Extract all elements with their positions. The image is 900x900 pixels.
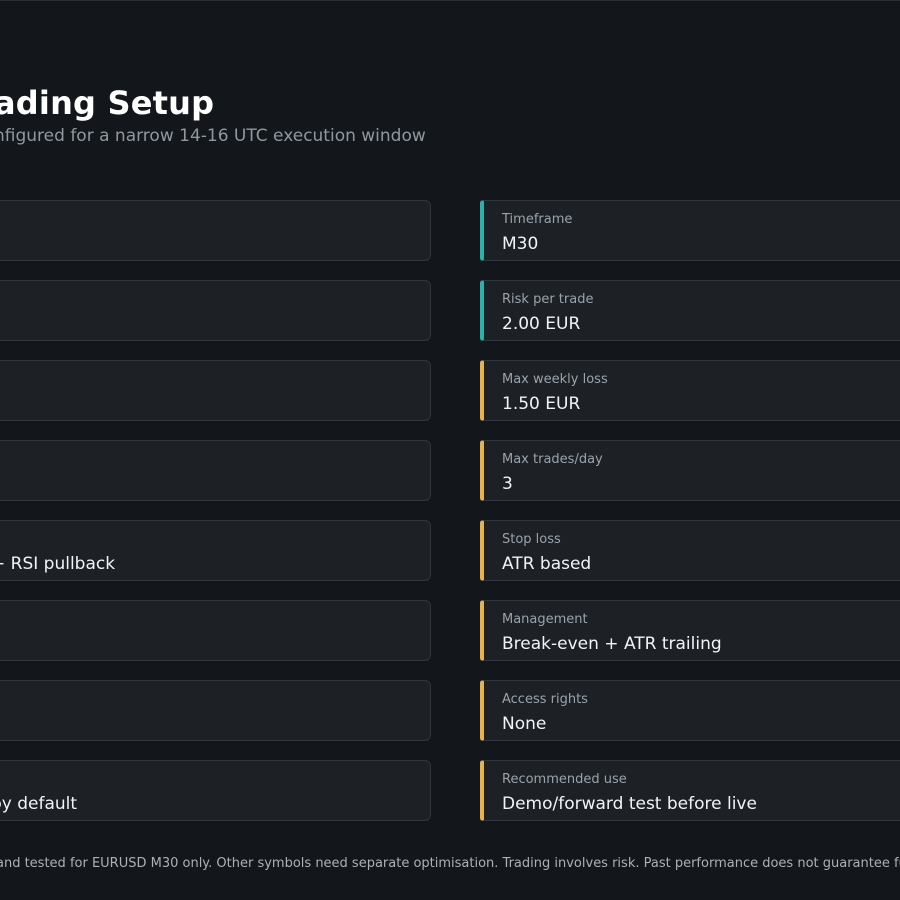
max-trades-per-day-value: 3 <box>502 474 513 494</box>
stop-loss-label: Stop loss <box>502 532 561 547</box>
max-trades-per-day-label: Max trades/day <box>502 452 603 467</box>
stop-loss-card: Stop loss ATR based <box>480 520 900 581</box>
settings-card-value: + RSI pullback <box>0 554 116 574</box>
recommended-use-card: Recommended use Demo/forward test before… <box>480 760 900 821</box>
risk-per-trade-card: Risk per trade 2.00 EUR <box>480 280 900 341</box>
max-weekly-loss-card: Max weekly loss 1.50 EUR <box>480 360 900 421</box>
settings-card-left-2 <box>0 280 431 341</box>
settings-card-left-1 <box>0 200 431 261</box>
settings-card-left-8: by default <box>0 760 431 821</box>
max-weekly-loss-label: Max weekly loss <box>502 372 608 387</box>
recommended-use-value: Demo/forward test before live <box>502 794 757 814</box>
setup-page: ading Setup nfigured for a narrow 14-16 … <box>0 0 900 900</box>
timeframe-card: Timeframe M30 <box>480 200 900 261</box>
timeframe-label: Timeframe <box>502 212 573 227</box>
settings-card-left-7 <box>0 680 431 741</box>
top-divider <box>0 0 900 1</box>
management-card: Management Break-even + ATR trailing <box>480 600 900 661</box>
access-rights-label: Access rights <box>502 692 588 707</box>
management-value: Break-even + ATR trailing <box>502 634 722 654</box>
settings-card-left-6 <box>0 600 431 661</box>
page-title: ading Setup <box>0 84 215 122</box>
risk-per-trade-label: Risk per trade <box>502 292 594 307</box>
page-subtitle: nfigured for a narrow 14-16 UTC executio… <box>0 126 426 146</box>
settings-card-left-3 <box>0 360 431 421</box>
max-weekly-loss-value: 1.50 EUR <box>502 394 581 414</box>
management-label: Management <box>502 612 588 627</box>
recommended-use-label: Recommended use <box>502 772 627 787</box>
settings-card-left-4 <box>0 440 431 501</box>
max-trades-per-day-card: Max trades/day 3 <box>480 440 900 501</box>
risk-disclaimer: and tested for EURUSD M30 only. Other sy… <box>0 856 900 871</box>
stop-loss-value: ATR based <box>502 554 592 574</box>
access-rights-value: None <box>502 714 547 734</box>
settings-card-value: by default <box>0 794 78 814</box>
access-rights-card: Access rights None <box>480 680 900 741</box>
risk-per-trade-value: 2.00 EUR <box>502 314 581 334</box>
settings-card-left-5: + RSI pullback <box>0 520 431 581</box>
timeframe-value: M30 <box>502 234 539 254</box>
